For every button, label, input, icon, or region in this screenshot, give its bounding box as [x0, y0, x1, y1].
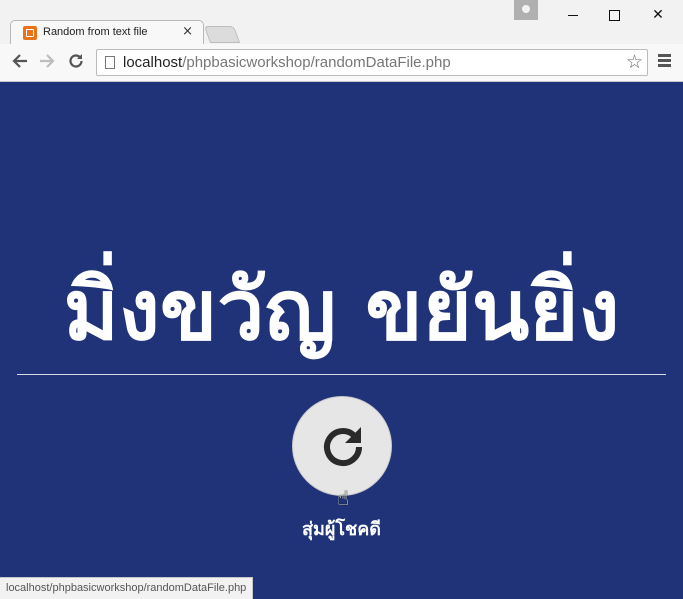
reload-icon[interactable]	[66, 52, 86, 72]
divider	[17, 374, 666, 375]
address-bar[interactable]: localhost/phpbasicworkshop/randomDataFil…	[96, 49, 648, 76]
address-url: localhost/phpbasicworkshop/randomDataFil…	[123, 54, 451, 71]
browser-tab[interactable]: Random from text file ×	[10, 20, 204, 45]
maximize-button[interactable]	[594, 4, 634, 26]
xampp-favicon-icon	[23, 26, 37, 40]
tab-close-icon[interactable]: ×	[182, 24, 193, 39]
menu-icon[interactable]	[658, 54, 671, 70]
window-close-button[interactable]: ✕	[638, 4, 678, 26]
url-host: localhost	[123, 54, 183, 71]
url-path: /phpbasicworkshop/randomDataFile.php	[182, 54, 451, 71]
random-button[interactable]	[292, 396, 392, 496]
minimize-button[interactable]	[553, 4, 593, 26]
back-arrow-icon[interactable]	[10, 52, 30, 72]
hand-cursor-icon: ☝	[337, 486, 350, 510]
status-bar-url: localhost/phpbasicworkshop/randomDataFil…	[0, 577, 254, 599]
tab-title: Random from text file	[43, 26, 148, 38]
new-tab-button[interactable]	[203, 26, 241, 43]
profile-icon[interactable]	[514, 0, 538, 20]
bookmark-star-icon[interactable]: ☆	[626, 51, 643, 73]
refresh-icon	[324, 427, 362, 466]
forward-arrow-icon[interactable]	[37, 52, 57, 72]
random-name-heading: มิ่งขวัญ ขยันยิ่ง	[63, 261, 620, 359]
window-titlebar: Random from text file × ✕	[0, 0, 683, 45]
page-body: มิ่งขวัญ ขยันยิ่ง สุ่มผู้โชคดี ☝	[0, 82, 683, 599]
random-button-caption[interactable]: สุ่มผู้โชคดี	[0, 514, 683, 543]
page-icon	[105, 56, 115, 69]
browser-toolbar: localhost/phpbasicworkshop/randomDataFil…	[0, 44, 683, 82]
